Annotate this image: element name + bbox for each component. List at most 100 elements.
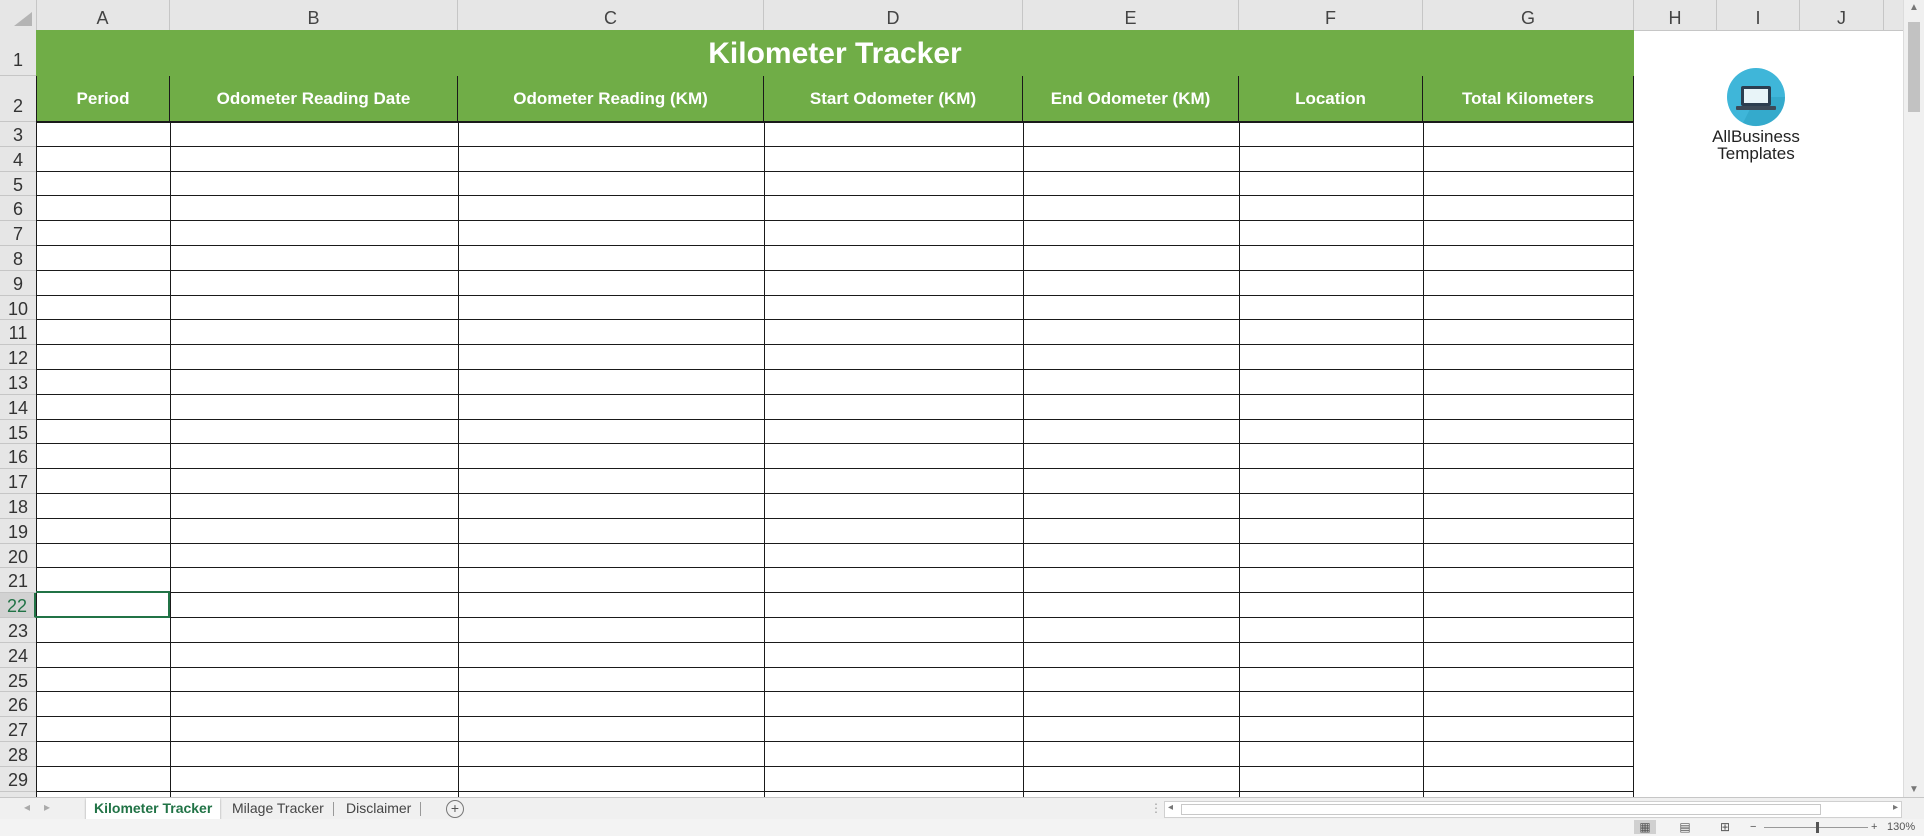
row-gridline <box>36 443 1634 445</box>
row-header[interactable]: 3 <box>0 122 36 147</box>
row-header[interactable]: 5 <box>0 172 36 197</box>
row-gridline <box>36 369 1634 370</box>
plus-icon: + <box>450 800 460 816</box>
scroll-up-arrow-icon[interactable]: ▲ <box>1904 2 1924 13</box>
page-break-view-icon[interactable]: ⊞ <box>1714 820 1736 834</box>
row-header[interactable]: 8 <box>0 246 36 271</box>
column-header-f[interactable]: F <box>1239 0 1423 30</box>
horizontal-scrollbar[interactable]: ◂ ▸ <box>1164 801 1902 818</box>
column-header-b[interactable]: B <box>170 0 458 30</box>
row-header[interactable]: 25 <box>0 668 36 693</box>
add-sheet-button[interactable]: + <box>446 800 464 818</box>
row-header[interactable]: 13 <box>0 370 36 395</box>
scroll-right-arrow-icon[interactable]: ▸ <box>1893 802 1898 813</box>
row-header[interactable]: 16 <box>0 444 36 470</box>
column-header-d[interactable]: D <box>764 0 1023 30</box>
row-gridline <box>36 418 1634 420</box>
row-header-bar: 1 2 3 4 5 6 7 8 9 10 11 12 13 14 15 16 1… <box>0 30 37 797</box>
column-gridline <box>1423 121 1424 797</box>
column-header-c[interactable]: C <box>458 0 764 30</box>
tab-kilometer-tracker[interactable]: Kilometer Tracker <box>86 798 221 821</box>
row-header[interactable]: 21 <box>0 568 36 594</box>
column-header-e[interactable]: E <box>1023 0 1239 30</box>
column-gridline <box>764 121 765 797</box>
row-header[interactable]: 26 <box>0 692 36 718</box>
row-header[interactable]: 2 <box>0 76 36 122</box>
zoom-in-icon[interactable]: + <box>1871 821 1877 833</box>
normal-view-icon[interactable]: ▦ <box>1634 820 1656 834</box>
column-header-j[interactable]: J <box>1800 0 1884 30</box>
row-header[interactable]: 29 <box>0 767 36 792</box>
row-gridline <box>36 294 1634 296</box>
worksheet-grid[interactable]: Kilometer Tracker Period Odometer Readin… <box>36 30 1904 797</box>
row-gridline <box>36 542 1634 544</box>
tab-disclaimer[interactable]: Disclaimer <box>338 798 419 819</box>
row-header[interactable]: 24 <box>0 643 36 668</box>
row-header[interactable]: 15 <box>0 420 36 445</box>
logo-text-line1: AllBusiness <box>1712 127 1800 146</box>
row-header[interactable]: 27 <box>0 717 36 742</box>
row-header[interactable]: 18 <box>0 494 36 519</box>
page-layout-view-icon[interactable]: ▤ <box>1674 820 1696 834</box>
sheet-tab-bar: ◂ ▸ Kilometer Tracker Milage Tracker Dis… <box>0 797 1924 821</box>
row-header[interactable]: 19 <box>0 519 36 544</box>
column-title-start-odometer[interactable]: Start Odometer (KM) <box>764 76 1023 121</box>
row-header[interactable]: 1 <box>0 30 36 76</box>
prev-sheet-arrow-icon[interactable]: ◂ <box>24 800 30 814</box>
row-gridline <box>36 245 1634 246</box>
column-gridline <box>1239 121 1240 797</box>
row-header[interactable]: 28 <box>0 742 36 767</box>
column-title-end-odometer[interactable]: End Odometer (KM) <box>1023 76 1239 121</box>
zoom-slider-thumb[interactable] <box>1816 822 1819 833</box>
row-header[interactable]: 12 <box>0 345 36 370</box>
row-header[interactable]: 9 <box>0 271 36 296</box>
select-all-button[interactable] <box>0 0 37 30</box>
row-header[interactable]: 14 <box>0 395 36 420</box>
column-header-a[interactable]: A <box>36 0 170 30</box>
column-title-odometer-reading[interactable]: Odometer Reading (KM) <box>458 76 764 121</box>
sheet-title: Kilometer Tracker <box>36 30 1634 76</box>
column-header-g[interactable]: G <box>1423 0 1634 30</box>
row-header[interactable]: 10 <box>0 296 36 321</box>
column-header-h[interactable]: H <box>1634 0 1717 30</box>
split-handle-icon[interactable]: ⋮ <box>1150 801 1162 815</box>
row-header[interactable]: 6 <box>0 196 36 222</box>
row-gridline <box>36 666 1634 668</box>
tab-milage-tracker[interactable]: Milage Tracker <box>224 798 332 819</box>
zoom-out-icon[interactable]: − <box>1750 821 1756 833</box>
row-gridline <box>36 220 1634 222</box>
column-gridline <box>170 121 171 797</box>
column-gridline <box>1023 121 1024 797</box>
column-header-bar: A B C D E F G H I J <box>0 0 1924 31</box>
row-header[interactable]: 20 <box>0 544 36 569</box>
next-sheet-arrow-icon[interactable]: ▸ <box>44 800 50 814</box>
row-header[interactable]: 11 <box>0 320 36 346</box>
horizontal-scroll-thumb[interactable] <box>1181 804 1821 815</box>
row-gridline <box>36 716 1634 718</box>
table-body[interactable] <box>36 121 1634 797</box>
column-title-period[interactable]: Period <box>36 76 170 121</box>
vertical-scrollbar[interactable]: ▲ ▼ <box>1903 0 1924 797</box>
row-header-active[interactable]: 22 <box>0 593 36 618</box>
row-header[interactable]: 23 <box>0 618 36 643</box>
row-header[interactable]: 17 <box>0 469 36 494</box>
row-header[interactable]: 7 <box>0 221 36 246</box>
tab-separator <box>420 802 421 816</box>
row-gridline <box>36 493 1634 494</box>
table-header-row: Period Odometer Reading Date Odometer Re… <box>36 76 1634 123</box>
row-gridline <box>36 145 1634 147</box>
row-header[interactable]: 4 <box>0 147 36 172</box>
column-gridline <box>1633 121 1634 797</box>
column-header-i[interactable]: I <box>1717 0 1800 30</box>
column-title-odometer-reading-date[interactable]: Odometer Reading Date <box>170 76 458 121</box>
tab-separator <box>333 802 334 816</box>
vertical-scroll-thumb[interactable] <box>1908 22 1920 112</box>
column-gridline <box>458 121 459 797</box>
column-title-total-kilometers[interactable]: Total Kilometers <box>1423 76 1634 121</box>
column-title-location[interactable]: Location <box>1239 76 1423 121</box>
zoom-level[interactable]: 130% <box>1887 821 1915 833</box>
row-gridline <box>36 344 1634 346</box>
scroll-left-arrow-icon[interactable]: ◂ <box>1168 802 1173 813</box>
row-gridline <box>36 641 1634 643</box>
scroll-down-arrow-icon[interactable]: ▼ <box>1904 784 1924 795</box>
